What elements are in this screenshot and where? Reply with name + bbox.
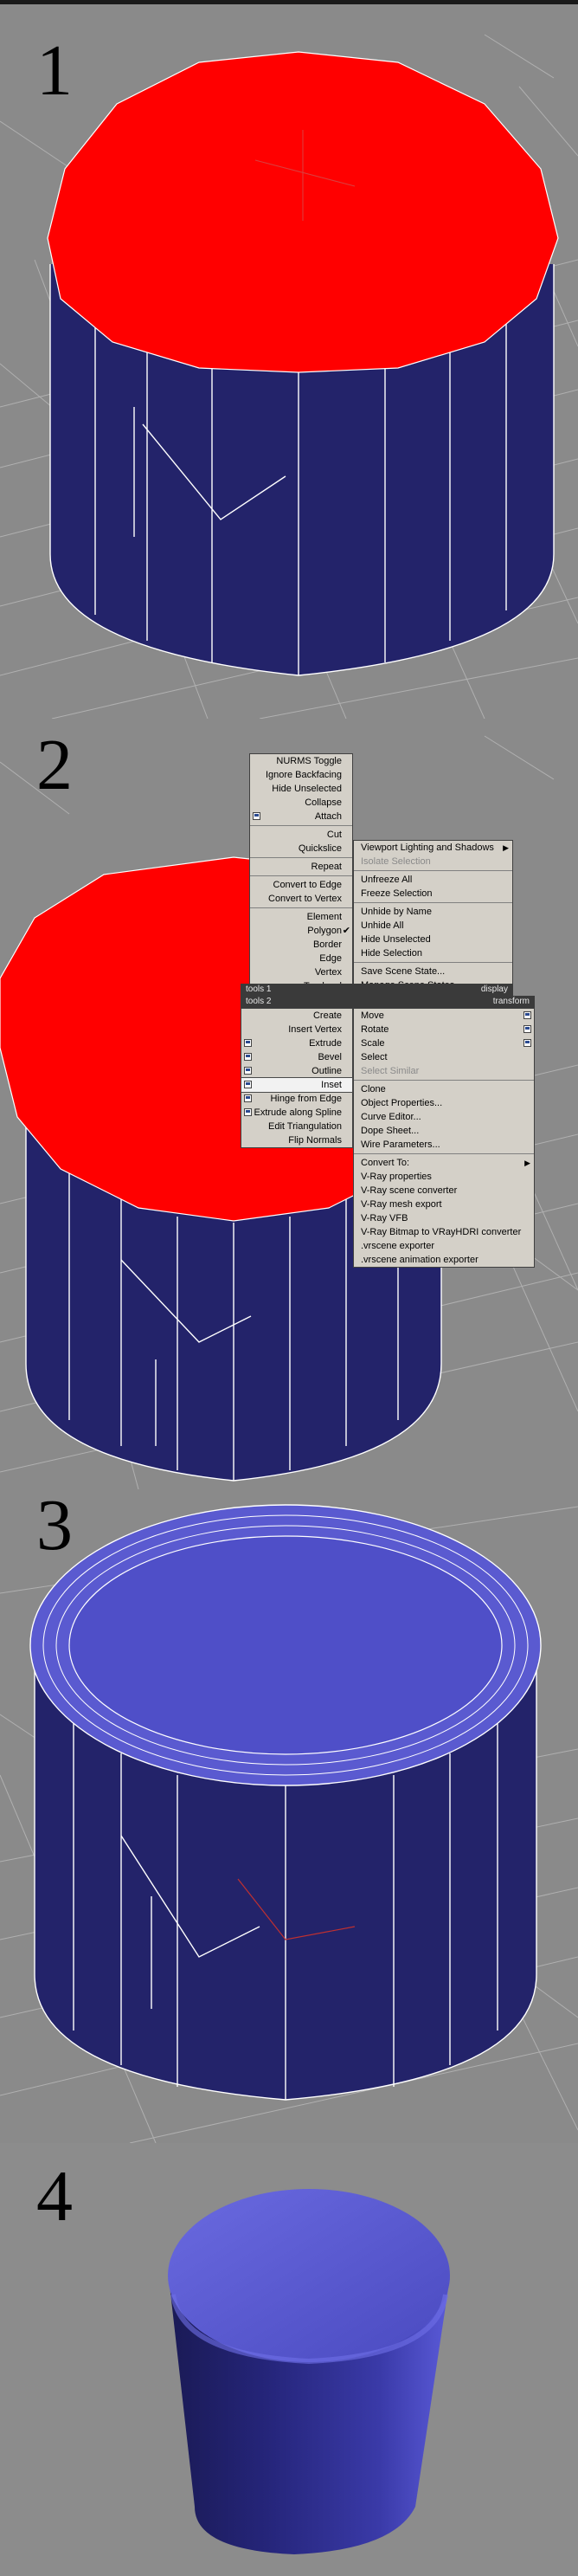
menu-item-create[interactable]: Create <box>241 1009 352 1023</box>
menu-item-outline[interactable]: Outline <box>241 1064 352 1078</box>
menu-item-wire-parameters[interactable]: Wire Parameters... <box>354 1138 534 1152</box>
header-tools-1: tools 1 <box>246 985 272 994</box>
menu-item-vrscene-animation-exporter[interactable]: .vrscene animation exporter <box>354 1253 534 1267</box>
menu-item-cut[interactable]: Cut <box>250 828 352 842</box>
menu-item-dope-sheet[interactable]: Dope Sheet... <box>354 1124 534 1138</box>
menu-item-isolate-selection: Isolate Selection <box>361 856 431 867</box>
menu-item-vray-mesh-export[interactable]: V-Ray mesh export <box>354 1198 534 1211</box>
menu-item-vray-vfb[interactable]: V-Ray VFB <box>354 1211 534 1225</box>
submenu-arrow-icon: ▶ <box>524 1159 530 1167</box>
settings-box-icon[interactable] <box>523 1025 531 1033</box>
menu-item-hide-unselected[interactable]: Hide Unselected <box>250 782 352 796</box>
menu-item-convert-to-edge[interactable]: Convert to Edge <box>250 878 352 892</box>
checkmark-icon: ✔ <box>342 926 350 936</box>
menu-item-vray-bitmap-converter[interactable]: V-Ray Bitmap to VRayHDRI converter <box>354 1225 534 1239</box>
menu-item-inset[interactable]: Inset <box>241 1077 353 1093</box>
menu-item-bevel[interactable]: Bevel <box>241 1050 352 1064</box>
menu-item-flip-normals[interactable]: Flip Normals <box>241 1133 352 1147</box>
step-4-viewport: 4 <box>0 2143 578 2576</box>
settings-box-icon[interactable] <box>244 1094 252 1102</box>
quad-menu-transform: Move Rotate Scale Select Select Similar … <box>353 1008 535 1268</box>
menu-item-element[interactable]: Element <box>250 910 352 924</box>
menu-item-border[interactable]: Border <box>250 938 352 952</box>
settings-box-icon[interactable] <box>244 1053 252 1061</box>
menu-item-vertex[interactable]: Vertex <box>250 965 352 979</box>
menu-item-extrude[interactable]: Extrude <box>241 1036 352 1050</box>
quad-menu-display: Viewport Lighting and Shadows ▶ Isolate S… <box>353 840 513 993</box>
menu-item-hide-selection[interactable]: Hide Selection <box>354 946 512 960</box>
quad-menu-tools2: Create Insert Vertex Extrude Bevel Outli… <box>241 1008 353 1148</box>
menu-item-attach[interactable]: Attach <box>250 810 352 823</box>
menu-item-select[interactable]: Select <box>354 1050 534 1064</box>
quad-header-bar-bottom: tools 2 transform <box>241 996 535 1008</box>
menu-item-freeze-selection[interactable]: Freeze Selection <box>354 887 512 901</box>
menu-separator <box>354 870 512 871</box>
menu-item-vray-scene-converter[interactable]: V-Ray scene converter <box>354 1184 534 1198</box>
step-2-viewport: 2 NURMS Toggle Ignore Backfacing Hide Un… <box>0 719 578 1489</box>
menu-separator <box>250 875 352 876</box>
menu-item-select-similar: Select Similar <box>361 1066 420 1076</box>
step-number-3: 3 <box>36 1489 73 1566</box>
settings-box-icon[interactable] <box>523 1011 531 1019</box>
menu-item-extrude-along-spline[interactable]: Extrude along Spline <box>241 1106 352 1120</box>
menu-separator <box>250 857 352 858</box>
step-number-4: 4 <box>36 2156 73 2237</box>
settings-box-icon[interactable] <box>244 1108 252 1116</box>
menu-item-hinge-from-edge[interactable]: Hinge from Edge <box>241 1092 352 1106</box>
submenu-arrow-icon: ▶ <box>503 843 509 852</box>
settings-box-icon[interactable] <box>523 1039 531 1047</box>
menu-separator <box>354 902 512 903</box>
menu-item-edge[interactable]: Edge <box>250 952 352 965</box>
menu-item-collapse[interactable]: Collapse <box>250 796 352 810</box>
menu-item-hide-unselected-display[interactable]: Hide Unselected <box>354 933 512 946</box>
menu-item-convert-to[interactable]: Convert To: ▶ <box>354 1156 534 1170</box>
menu-separator <box>250 907 352 908</box>
menu-item-scale[interactable]: Scale <box>354 1036 534 1050</box>
menu-item-ignore-backfacing[interactable]: Ignore Backfacing <box>250 768 352 782</box>
menu-item-repeat[interactable]: Repeat <box>250 860 352 874</box>
menu-item-unfreeze-all[interactable]: Unfreeze All <box>354 873 512 887</box>
menu-separator <box>354 1153 534 1154</box>
menu-item-quickslice[interactable]: Quickslice <box>250 842 352 855</box>
menu-separator <box>354 962 512 963</box>
menu-separator <box>354 1080 534 1081</box>
menu-item-insert-vertex[interactable]: Insert Vertex <box>241 1023 352 1036</box>
step-1-viewport: 1 <box>0 0 578 719</box>
header-display: display <box>480 985 508 994</box>
menu-item-viewport-lighting[interactable]: Viewport Lighting and Shadows ▶ <box>354 841 512 855</box>
header-tools-2: tools 2 <box>246 997 272 1006</box>
quad-menu-tools1: NURMS Toggle Ignore Backfacing Hide Unse… <box>249 753 353 994</box>
header-transform: transform <box>492 997 530 1006</box>
menu-item-move[interactable]: Move <box>354 1009 534 1023</box>
settings-box-icon[interactable] <box>244 1067 252 1075</box>
menu-item-edit-triangulation[interactable]: Edit Triangulation <box>241 1120 352 1133</box>
settings-box-icon[interactable] <box>244 1039 252 1047</box>
settings-box-icon[interactable] <box>253 812 260 820</box>
viewport-grid-1 <box>0 0 578 719</box>
menu-item-vrscene-exporter[interactable]: .vrscene exporter <box>354 1239 534 1253</box>
menu-separator <box>250 825 352 826</box>
menu-item-save-scene-state[interactable]: Save Scene State... <box>354 965 512 978</box>
menu-item-polygon[interactable]: Polygon ✔ <box>250 924 352 938</box>
menu-item-convert-to-vertex[interactable]: Convert to Vertex <box>250 892 352 906</box>
menu-item-unhide-by-name[interactable]: Unhide by Name <box>354 905 512 919</box>
menu-item-rotate[interactable]: Rotate <box>354 1023 534 1036</box>
menu-item-clone[interactable]: Clone <box>354 1082 534 1096</box>
menu-item-curve-editor[interactable]: Curve Editor... <box>354 1110 534 1124</box>
step-number-1: 1 <box>36 30 73 111</box>
render-preview <box>168 2189 450 2554</box>
menu-item-object-properties[interactable]: Object Properties... <box>354 1096 534 1110</box>
viewport-grid-3 <box>0 1504 578 2143</box>
step-number-2: 2 <box>36 725 73 805</box>
step-3-viewport: 3 <box>0 1489 578 2143</box>
menu-item-nurms-toggle[interactable]: NURMS Toggle <box>250 754 352 768</box>
menu-item-vray-properties[interactable]: V-Ray properties <box>354 1170 534 1184</box>
quad-header-bar-top: tools 1 display <box>241 984 513 996</box>
settings-box-icon[interactable] <box>244 1081 252 1088</box>
menu-item-unhide-all[interactable]: Unhide All <box>354 919 512 933</box>
